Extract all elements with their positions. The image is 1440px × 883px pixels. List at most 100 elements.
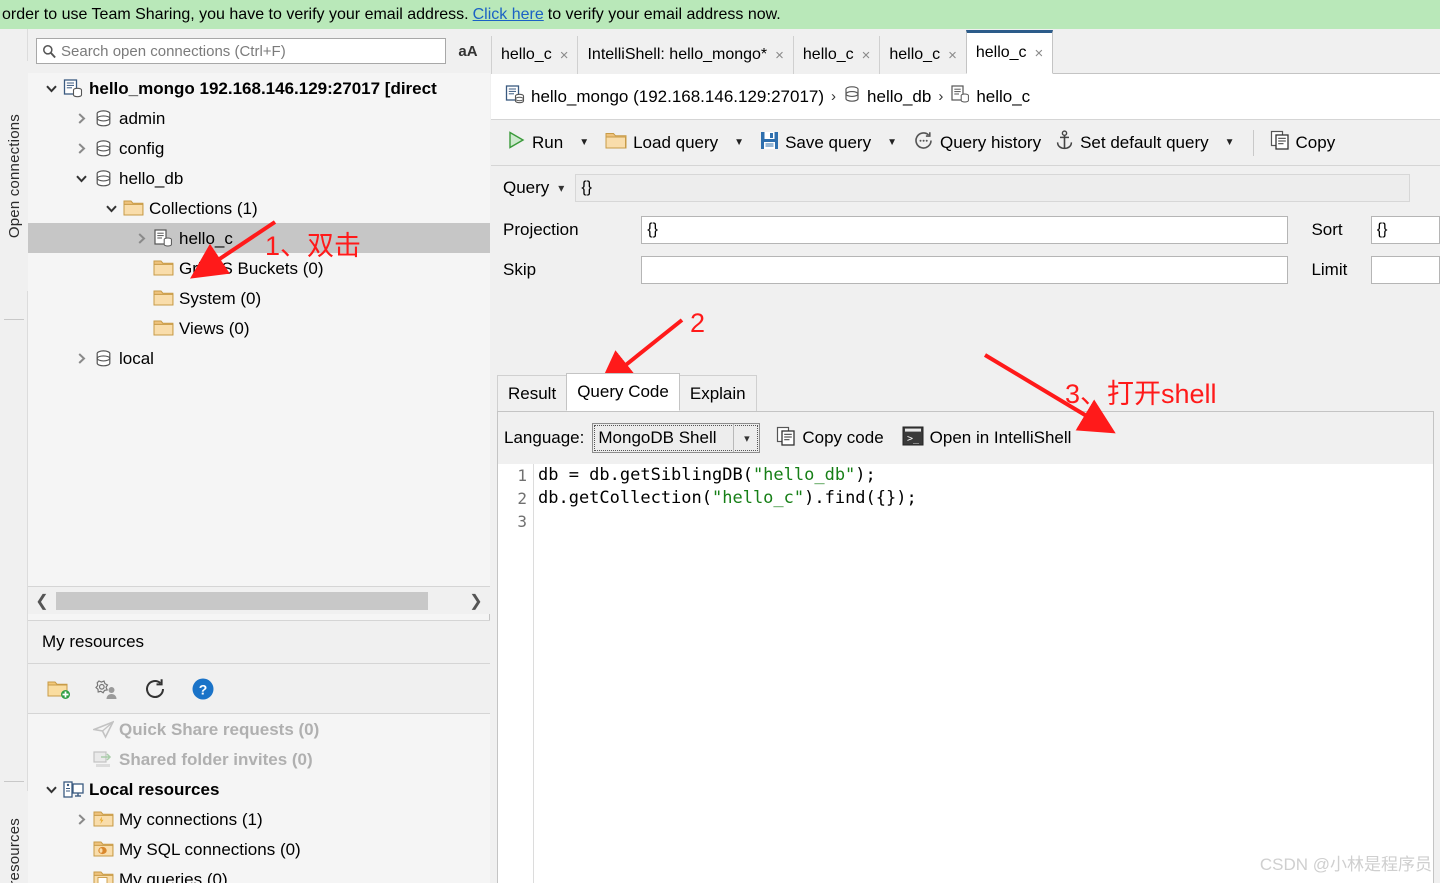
chevron-down-icon[interactable] <box>70 172 92 185</box>
run-dropdown-icon[interactable]: ▼ <box>572 137 596 148</box>
folder-sql-icon <box>92 840 114 858</box>
close-icon[interactable]: × <box>560 47 569 64</box>
manage-share-icon[interactable] <box>94 676 120 702</box>
rail-tab-resources[interactable]: resources <box>0 791 28 883</box>
limit-input[interactable] <box>1370 256 1440 284</box>
tree-horizontal-scrollbar[interactable]: ❮ ❯ <box>28 586 490 614</box>
result-tabstrip[interactable]: Result Query Code Explain <box>497 372 1434 412</box>
new-folder-icon[interactable] <box>46 676 72 702</box>
tree-node[interactable]: Quick Share requests (0) <box>28 714 490 744</box>
scrollbar-thumb[interactable] <box>56 591 428 610</box>
editor-tab[interactable]: hello_c × <box>879 36 967 74</box>
copy-button[interactable]: Copy <box>1265 127 1341 158</box>
tree-node-label: config <box>119 138 165 158</box>
result-tab[interactable]: Result <box>497 375 568 411</box>
tree-node[interactable]: hello_c <box>28 223 490 253</box>
breadcrumb-connection[interactable]: hello_mongo (192.168.146.129:27017) <box>505 84 824 109</box>
tree-node[interactable]: System (0) <box>28 283 490 313</box>
code-editor[interactable]: 123 db = db.getSiblingDB("hello_db"); db.… <box>497 464 1434 883</box>
tree-node[interactable]: My SQL connections (0) <box>28 834 490 864</box>
send-icon <box>92 720 114 739</box>
language-select[interactable]: MongoDB Shell ▾ <box>592 423 761 453</box>
verify-email-banner: order to use Team Sharing, you have to v… <box>0 0 1440 29</box>
tree-node-label: My queries (0) <box>119 869 228 883</box>
tree-node[interactable]: Collections (1) <box>28 193 490 223</box>
tree-node-label: hello_c <box>179 228 233 248</box>
refresh-icon[interactable] <box>142 676 168 702</box>
query-expand-chevron-icon[interactable]: ▾ <box>558 181 564 195</box>
tree-node[interactable]: local <box>28 343 490 373</box>
close-icon[interactable]: × <box>775 47 784 64</box>
editor-tab[interactable]: hello_c × <box>792 36 881 74</box>
rail-tab-open-connections-label: Open connections <box>5 113 23 239</box>
server-icon <box>62 78 84 98</box>
line-number: 2 <box>517 489 527 508</box>
editor-tab[interactable]: hello_c × <box>491 36 579 74</box>
editor-tab-label: IntelliShell: hello_mongo* <box>587 46 768 63</box>
scrollbar-track[interactable] <box>56 591 462 610</box>
sort-label: Sort <box>1311 220 1343 239</box>
save-query-dropdown-icon[interactable]: ▼ <box>880 137 904 148</box>
save-query-label: Save query <box>785 132 872 152</box>
copy-icon <box>1270 130 1290 155</box>
tree-node[interactable]: config <box>28 133 490 163</box>
query-history-button[interactable]: Query history <box>908 127 1046 159</box>
connections-tree[interactable]: hello_mongo 192.168.146.129:27017 [direc… <box>28 73 490 610</box>
chevron-down-icon[interactable] <box>40 82 62 95</box>
tree-node[interactable]: Shared folder invites (0) <box>28 744 490 774</box>
save-query-button[interactable]: Save query <box>755 128 876 158</box>
skip-input[interactable] <box>641 256 1289 284</box>
chevron-down-icon[interactable]: ▾ <box>733 424 759 452</box>
verify-email-link[interactable]: Click here <box>473 6 544 24</box>
chevron-right-icon[interactable] <box>70 112 92 125</box>
tree-node[interactable]: My connections (1) <box>28 804 490 834</box>
result-tab[interactable]: Explain <box>678 375 757 411</box>
chevron-right-icon[interactable] <box>130 232 152 245</box>
tree-node[interactable]: hello_mongo 192.168.146.129:27017 [direc… <box>28 73 490 103</box>
open-in-intellishell-button[interactable]: >_ Open in IntelliShell <box>902 426 1072 451</box>
tree-node[interactable]: My queries (0) <box>28 864 490 883</box>
chevron-right-icon[interactable] <box>70 813 92 826</box>
computer-icon <box>62 780 84 799</box>
folder-icon <box>152 259 174 277</box>
result-tab-label: Result <box>508 383 557 403</box>
chevron-right-icon[interactable] <box>70 352 92 365</box>
chevron-down-icon[interactable] <box>100 202 122 215</box>
editor-code[interactable]: db = db.getSiblingDB("hello_db"); db.getC… <box>538 464 1433 533</box>
close-icon[interactable]: × <box>1035 45 1044 62</box>
editor-tabstrip[interactable]: hello_c × IntelliShell: hello_mongo* × hello… <box>491 29 1440 74</box>
rail-tab-open-connections[interactable]: Open connections <box>0 61 28 291</box>
open-in-intellishell-label: Open in IntelliShell <box>929 428 1072 447</box>
resources-tree[interactable]: Quick Share requests (0) Shared folder in… <box>28 714 490 883</box>
search-open-connections-input[interactable]: Search open connections (Ctrl+F) <box>36 38 446 64</box>
tree-node[interactable]: GridFS Buckets (0) <box>28 253 490 283</box>
sort-input[interactable]: {} <box>1370 216 1440 244</box>
match-case-button[interactable]: aA <box>454 38 482 64</box>
load-query-button[interactable]: Load query <box>600 128 723 158</box>
editor-tab[interactable]: IntelliShell: hello_mongo* × <box>577 36 794 74</box>
projection-input[interactable]: {} <box>641 216 1289 244</box>
help-icon[interactable]: ? <box>190 676 216 702</box>
close-icon[interactable]: × <box>862 47 871 64</box>
chevron-down-icon[interactable] <box>40 783 62 796</box>
breadcrumb-database[interactable]: hello_db <box>843 85 931 108</box>
banner-text-before: order to use Team Sharing, you have to v… <box>2 5 469 23</box>
load-query-dropdown-icon[interactable]: ▼ <box>727 137 751 148</box>
copy-code-button[interactable]: Copy code <box>776 426 884 451</box>
tree-node[interactable]: Local resources <box>28 774 490 804</box>
run-button[interactable]: Run <box>501 127 568 158</box>
tree-node[interactable]: hello_db <box>28 163 490 193</box>
chevron-right-icon[interactable] <box>70 142 92 155</box>
scroll-left-icon[interactable]: ❮ <box>28 587 56 615</box>
close-icon[interactable]: × <box>948 47 957 64</box>
tree-node[interactable]: admin <box>28 103 490 133</box>
scroll-right-icon[interactable]: ❯ <box>462 587 490 615</box>
breadcrumb-collection[interactable]: hello_c <box>950 84 1030 109</box>
folder-query-icon <box>92 870 114 883</box>
set-default-query-dropdown-icon[interactable]: ▼ <box>1218 137 1242 148</box>
query-input[interactable]: {} <box>575 174 1411 202</box>
set-default-query-button[interactable]: Set default query <box>1050 127 1214 158</box>
editor-tab[interactable]: hello_c × <box>965 30 1054 74</box>
tree-node[interactable]: Views (0) <box>28 313 490 343</box>
result-tab[interactable]: Query Code <box>566 373 680 411</box>
